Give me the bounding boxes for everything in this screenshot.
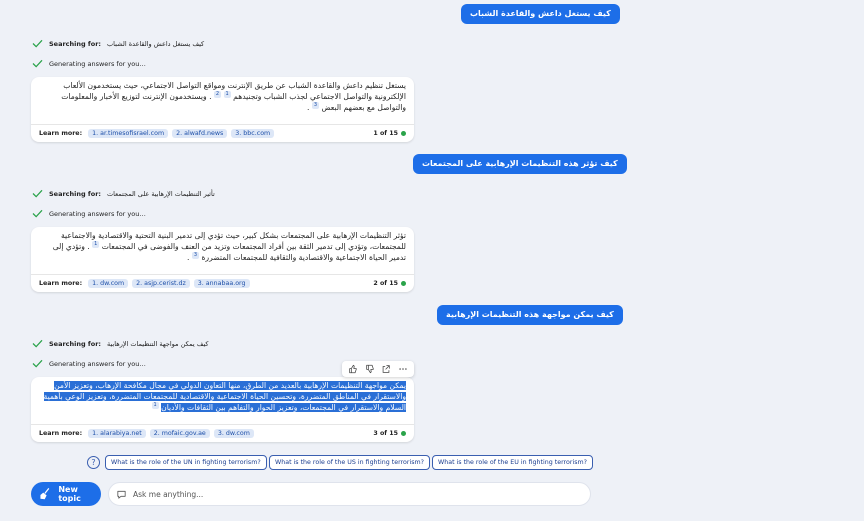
search-query: كيف يمكن مواجهة التنظيمات الإرهابية xyxy=(107,339,209,348)
answer-line: يستغل تنظيم داعش والقاعدة الشباب عن طريق… xyxy=(63,81,406,90)
suggestion-chip[interactable]: What is the role of the US in fighting t… xyxy=(269,455,430,470)
citation[interactable]: 3 xyxy=(191,252,200,260)
generating-status: Generating answers for you… xyxy=(32,209,146,218)
answer-line: السلام والاستقرار في المجتمعات، وتعزيز ا… xyxy=(161,403,406,412)
suggestion-chip[interactable]: What is the role of the EU in fighting t… xyxy=(432,455,593,470)
learn-more-bar: Learn more: 1. dw.com 2. asjp.cerist.dz … xyxy=(31,274,414,291)
citation[interactable]: 1 xyxy=(92,241,100,249)
response-counter: 2 of 15 xyxy=(373,280,406,287)
check-icon xyxy=(32,59,43,68)
broom-icon xyxy=(40,488,50,500)
source-link[interactable]: 2. alwafd.news xyxy=(172,128,228,138)
counter-text: 1 of 15 xyxy=(373,129,398,137)
learn-more-bar: Learn more: 1. alarabiya.net 2. mofaic.g… xyxy=(31,424,414,441)
answer-card: تؤثر التنظيمات الإرهابية على المجتمعات ب… xyxy=(31,227,414,292)
search-status: Searching for: كيف يمكن مواجهة التنظيمات… xyxy=(32,339,209,348)
answer-line: . xyxy=(306,103,310,112)
citation[interactable]: 1 xyxy=(223,91,231,99)
search-query: كيف يستغل داعش والقاعدة الشباب xyxy=(107,39,205,48)
source-link[interactable]: 3. bbc.com xyxy=(231,128,275,138)
source-link[interactable]: 1. ar.timesofisrael.com xyxy=(88,128,169,138)
answer-text[interactable]: يمكن مواجهة التنظيمات الإرهابية بالعديد … xyxy=(31,377,414,415)
citation[interactable]: 2 xyxy=(213,91,222,99)
check-icon xyxy=(32,39,43,48)
answer-text[interactable]: تؤثر التنظيمات الإرهابية على المجتمعات ب… xyxy=(31,227,414,265)
status-dot xyxy=(401,430,406,436)
user-message: كيف يستغل داعش والقاعدة الشباب xyxy=(461,4,620,24)
generating-text: Generating answers for you… xyxy=(49,209,146,218)
search-prefix: Searching for: xyxy=(49,39,102,48)
check-icon xyxy=(32,189,43,198)
check-icon xyxy=(32,359,43,368)
message-action-bar xyxy=(342,361,414,377)
source-link[interactable]: 3. annabaa.org xyxy=(193,278,250,288)
answer-line: تدمير الحياة الاجتماعية والاقتصادية والث… xyxy=(201,253,406,262)
generating-text: Generating answers for you… xyxy=(49,59,146,68)
answer-line: الإلكترونية والتواصل الاجتماعي لجذب الشب… xyxy=(233,92,406,101)
citation[interactable]: 1 xyxy=(151,402,159,410)
check-icon xyxy=(32,339,43,348)
answer-line: تؤثر التنظيمات الإرهابية على المجتمعات ب… xyxy=(60,231,406,240)
more-icon[interactable] xyxy=(398,364,408,374)
answer-line: يمكن مواجهة التنظيمات الإرهابية بالعديد … xyxy=(54,381,406,390)
status-dot xyxy=(401,280,406,286)
share-icon[interactable] xyxy=(381,364,391,374)
learn-more-label: Learn more: xyxy=(39,129,83,137)
search-prefix: Searching for: xyxy=(49,339,102,348)
answer-text[interactable]: يستغل تنظيم داعش والقاعدة الشباب عن طريق… xyxy=(31,77,414,115)
source-link[interactable]: 1. dw.com xyxy=(88,278,129,288)
chat-placeholder: Ask me anything... xyxy=(133,489,204,499)
source-link[interactable]: 2. mofaic.gov.ae xyxy=(149,428,210,438)
answer-line: . ويستخدمون الإنترنت لتوزيع الأخبار والم… xyxy=(61,92,212,101)
generating-text: Generating answers for you… xyxy=(49,359,146,368)
learn-more-bar: Learn more: 1. ar.timesofisrael.com 2. a… xyxy=(31,124,414,141)
generating-status: Generating answers for you… xyxy=(32,59,146,68)
search-status: Searching for: كيف يستغل داعش والقاعدة ا… xyxy=(32,39,204,48)
answer-line: والاستقرار في المناطق المتضررة، وتحسين ا… xyxy=(43,392,406,401)
answer-card: يمكن مواجهة التنظيمات الإرهابية بالعديد … xyxy=(31,377,414,442)
thumbs-up-icon[interactable] xyxy=(348,364,358,374)
status-dot xyxy=(401,130,406,136)
chat-icon xyxy=(117,490,126,499)
answer-line: للمجتمعات، وتؤدي إلى تدمير الثقة بين أفر… xyxy=(101,242,406,251)
help-icon[interactable]: ? xyxy=(87,456,100,469)
learn-more-label: Learn more: xyxy=(39,279,83,287)
chat-input[interactable]: Ask me anything... xyxy=(108,482,591,506)
source-link[interactable]: 2. asjp.cerist.dz xyxy=(132,278,190,288)
counter-text: 2 of 15 xyxy=(373,279,398,287)
answer-line: . وتؤدي إلى xyxy=(52,242,90,251)
response-counter: 1 of 15 xyxy=(373,130,406,137)
answer-card: يستغل تنظيم داعش والقاعدة الشباب عن طريق… xyxy=(31,77,414,142)
thumbs-down-icon[interactable] xyxy=(365,364,375,374)
source-link[interactable]: 1. alarabiya.net xyxy=(88,428,146,438)
search-query: تأثير التنظيمات الإرهابية على المجتمعات xyxy=(107,189,215,198)
user-message: كيف يمكن مواجهة هذه التنظيمات الإرهابية xyxy=(437,305,623,325)
search-prefix: Searching for: xyxy=(49,189,102,198)
learn-more-label: Learn more: xyxy=(39,429,83,437)
answer-line: والتواصل مع بعضهم البعض xyxy=(321,103,406,112)
search-status: Searching for: تأثير التنظيمات الإرهابية… xyxy=(32,189,215,198)
user-message: كيف تؤثر هذه التنظيمات الإرهابية على الم… xyxy=(413,154,627,174)
generating-status: Generating answers for you… xyxy=(32,359,146,368)
answer-line: . xyxy=(187,253,190,262)
counter-text: 3 of 15 xyxy=(373,429,398,437)
response-counter: 3 of 15 xyxy=(373,430,406,437)
citation[interactable]: 3 xyxy=(311,102,320,110)
source-link[interactable]: 3. dw.com xyxy=(213,428,254,438)
new-topic-button[interactable]: New topic xyxy=(31,482,101,506)
new-topic-label: New topic xyxy=(58,485,81,503)
check-icon xyxy=(32,209,43,218)
suggestion-chip[interactable]: What is the role of the UN in fighting t… xyxy=(105,455,267,470)
